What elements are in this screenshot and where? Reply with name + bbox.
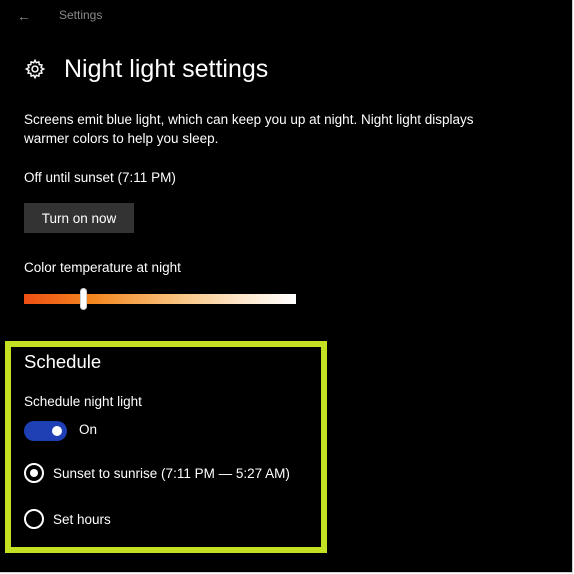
- titlebar-title: Settings: [59, 8, 103, 22]
- color-temperature-label: Color temperature at night: [24, 260, 181, 275]
- radio-button-unselected[interactable]: [24, 509, 44, 529]
- turn-on-now-button[interactable]: Turn on now: [24, 203, 134, 233]
- schedule-toggle[interactable]: [24, 421, 67, 441]
- page-header: Night light settings: [24, 52, 268, 86]
- schedule-toggle-label: Schedule night light: [24, 394, 142, 409]
- radio-sunset-to-sunrise[interactable]: Sunset to sunrise (7:11 PM — 5:27 AM): [24, 463, 290, 483]
- radio-set-hours[interactable]: Set hours: [24, 509, 111, 529]
- color-temperature-slider[interactable]: [24, 294, 296, 304]
- titlebar: ← Settings: [0, 0, 572, 32]
- color-temperature-slider-thumb[interactable]: [80, 288, 88, 310]
- radio-label-sunset-to-sunrise: Sunset to sunrise (7:11 PM — 5:27 AM): [53, 465, 290, 481]
- radio-label-set-hours: Set hours: [53, 511, 111, 527]
- radio-dot: [30, 469, 38, 477]
- radio-button-selected[interactable]: [24, 463, 44, 483]
- back-arrow-icon[interactable]: ←: [14, 6, 34, 26]
- description-text: Screens emit blue light, which can keep …: [24, 112, 474, 146]
- night-light-status: Off until sunset (7:11 PM): [24, 170, 176, 185]
- settings-window: ← Settings Night light settings Screens …: [0, 0, 573, 573]
- gear-icon: [24, 58, 46, 80]
- toggle-knob: [52, 426, 62, 436]
- schedule-heading: Schedule: [24, 351, 102, 372]
- toggle-state-label: On: [79, 422, 98, 437]
- page-title: Night light settings: [64, 54, 269, 83]
